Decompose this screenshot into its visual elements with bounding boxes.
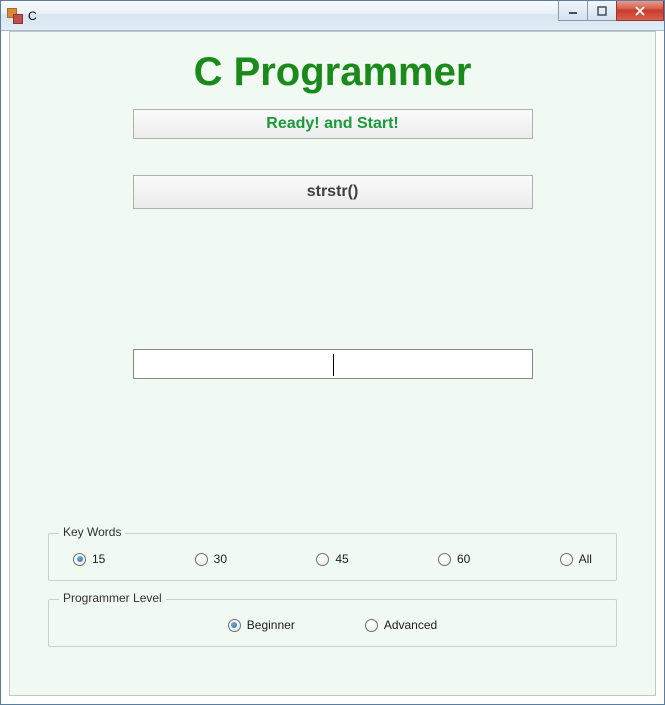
radio-label: 30 xyxy=(214,552,227,566)
keywords-option-30[interactable]: 30 xyxy=(195,552,227,566)
close-icon xyxy=(634,6,646,16)
radio-icon xyxy=(560,553,573,566)
radio-label: 45 xyxy=(335,552,348,566)
keywords-option-60[interactable]: 60 xyxy=(438,552,470,566)
text-caret xyxy=(333,354,334,376)
level-legend: Programmer Level xyxy=(59,591,166,605)
keywords-legend: Key Words xyxy=(59,525,125,539)
keyword-text: strstr() xyxy=(307,183,359,201)
radio-icon xyxy=(73,553,86,566)
keywords-radio-row: 15 30 45 60 xyxy=(67,548,598,570)
answer-input-container xyxy=(133,349,533,379)
keywords-option-45[interactable]: 45 xyxy=(316,552,348,566)
level-option-beginner[interactable]: Beginner xyxy=(228,618,295,632)
radio-icon xyxy=(228,619,241,632)
radio-label: Beginner xyxy=(247,618,295,632)
options-area: Key Words 15 30 45 xyxy=(48,533,617,665)
radio-icon xyxy=(316,553,329,566)
minimize-icon xyxy=(568,6,578,16)
minimize-button[interactable] xyxy=(558,1,588,21)
radio-icon xyxy=(365,619,378,632)
app-title: C Programmer xyxy=(40,50,625,95)
keywords-option-15[interactable]: 15 xyxy=(73,552,105,566)
radio-icon xyxy=(438,553,451,566)
client-area: C Programmer Ready! and Start! strstr() … xyxy=(9,31,656,696)
window-controls xyxy=(559,1,664,21)
radio-icon xyxy=(195,553,208,566)
status-box: Ready! and Start! xyxy=(133,109,533,139)
keywords-option-all[interactable]: All xyxy=(560,552,592,566)
app-window: C C Programmer Ready! and Start! strstr(… xyxy=(0,0,665,705)
titlebar[interactable]: C xyxy=(1,1,664,31)
status-text: Ready! and Start! xyxy=(266,115,398,133)
keywords-groupbox: Key Words 15 30 45 xyxy=(48,533,617,581)
radio-label: Advanced xyxy=(384,618,437,632)
radio-label: 15 xyxy=(92,552,105,566)
maximize-button[interactable] xyxy=(587,1,617,21)
close-button[interactable] xyxy=(616,1,664,21)
window-title: C xyxy=(28,9,37,23)
level-option-advanced[interactable]: Advanced xyxy=(365,618,437,632)
app-icon xyxy=(7,8,23,24)
radio-label: All xyxy=(579,552,592,566)
keyword-display: strstr() xyxy=(133,175,533,209)
level-radio-row: Beginner Advanced xyxy=(67,614,598,636)
radio-label: 60 xyxy=(457,552,470,566)
level-groupbox: Programmer Level Beginner Advanced xyxy=(48,599,617,647)
maximize-icon xyxy=(597,6,607,16)
